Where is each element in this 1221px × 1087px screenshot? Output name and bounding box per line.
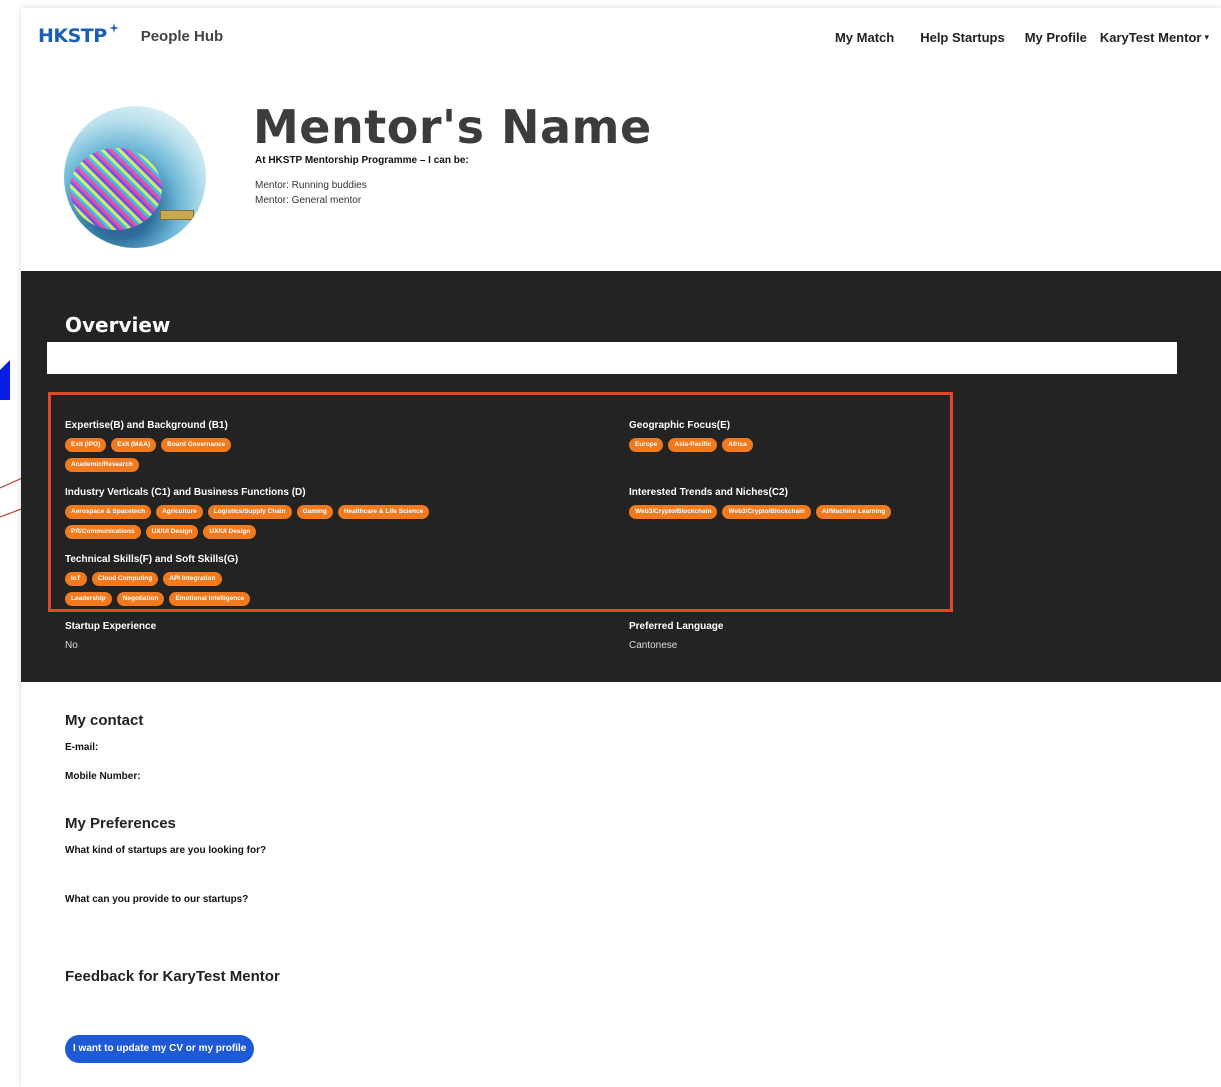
tag[interactable]: UX/UI Design [203,525,257,539]
programme-label: At HKSTP Mentorship Programme – I can be… [255,155,469,166]
mobile-label: Mobile Number: [65,771,141,782]
tag[interactable]: Exit (M&A) [111,438,157,452]
tag[interactable]: Asia-Pacific [668,438,718,452]
preference-question-2: What can you provide to our startups? [65,894,249,905]
tag[interactable]: Logistics/Supply Chain [207,505,292,519]
hkstp-logo: HKSTP [38,25,107,47]
startup-experience-label: Startup Experience [65,621,157,632]
expertise-title: Expertise(B) and Background (B1) [65,420,228,431]
nav-my-profile[interactable]: My Profile [1025,30,1087,45]
user-menu[interactable]: KaryTest Mentor ▾ [1100,30,1209,45]
tag[interactable]: Cloud Computing [91,572,159,586]
expertise-tags-row2: Academic/Research [65,458,585,472]
tag[interactable]: Academic/Research [65,458,139,472]
tag[interactable]: Web3/Crypto/Blockchain [629,505,718,519]
skills-tags-row1: IoT Cloud Computing API Integration [65,572,585,586]
trends-tags: Web3/Crypto/Blockchain Web3/Crypto/Block… [629,505,949,519]
tag[interactable]: API Integration [163,572,222,586]
nav-my-match[interactable]: My Match [835,30,894,45]
industry-tags-row1: Aerospace & Spacetech Agriculture Logist… [65,505,605,519]
tag[interactable]: Board Governance [161,438,232,452]
tag[interactable]: IoT [65,572,87,586]
tag[interactable]: Europe [629,438,664,452]
geographic-tags: Europe Asia-Pacific Africa [629,438,949,452]
overview-title: Overview [65,313,171,337]
tag[interactable]: PR/Communications [65,525,141,539]
overview-section: Overview Expertise(B) and Background (B1… [21,271,1221,682]
logo[interactable]: HKSTP People Hub [38,23,224,47]
industry-title: Industry Verticals (C1) and Business Fun… [65,487,306,498]
tag[interactable]: Emotional Intelligence [169,592,251,606]
tag[interactable]: Leadership [65,592,112,606]
tag[interactable]: Healthcare & Life Science [337,505,430,519]
trends-title: Interested Trends and Niches(C2) [629,487,788,498]
tag[interactable]: Africa [722,438,753,452]
avatar-chip-graphic [160,210,194,220]
email-label: E-mail: [65,742,99,753]
startup-experience-value: No [65,640,78,651]
avatar [64,106,206,248]
update-cv-button[interactable]: I want to update my CV or my profile [65,1035,255,1063]
profile-page: HKSTP People Hub My Match Help Startups … [21,8,1221,1087]
mentor-roles: Mentor: Running buddies Mentor: General … [255,178,367,208]
tag[interactable]: Agriculture [156,505,203,519]
top-nav: HKSTP People Hub My Match Help Startups … [21,8,1221,70]
preferences-title: My Preferences [65,815,176,832]
tag[interactable]: Web3/Crypto/Blockchain [722,505,811,519]
industry-tags-row2: PR/Communications UX/UI Design UX/UI Des… [65,525,605,539]
caret-down-icon: ▾ [1204,32,1209,42]
role-item: Mentor: Running buddies [255,180,367,191]
expertise-tags-row1: Exit (IPO) Exit (M&A) Board Governance [65,438,585,452]
contact-title: My contact [65,712,144,729]
preferred-language-label: Preferred Language [629,621,724,632]
nav-links: My Match Help Startups My Profile KaryTe… [815,30,1209,45]
geographic-title: Geographic Focus(E) [629,420,731,431]
tag[interactable]: Exit (IPO) [65,438,107,452]
app-name: People Hub [140,27,224,45]
preferred-language-value: Cantonese [629,640,678,651]
tag[interactable]: UX/UI Design [145,525,199,539]
mentor-name: Mentor's Name [253,100,652,154]
feedback-title: Feedback for KaryTest Mentor [65,968,280,985]
tag[interactable]: AI/Machine Learning [815,505,892,519]
role-item: Mentor: General mentor [255,195,362,206]
skills-title: Technical Skills(F) and Soft Skills(G) [65,554,239,565]
tag[interactable]: Aerospace & Spacetech [65,505,152,519]
nav-help-startups[interactable]: Help Startups [920,30,1005,45]
tag[interactable]: Negotiation [116,592,165,606]
tag[interactable]: Gaming [296,505,333,519]
avatar-wafer-graphic [70,148,162,230]
logo-star-icon [108,23,119,33]
overview-text-box[interactable] [47,342,1177,374]
preference-question-1: What kind of startups are you looking fo… [65,845,267,856]
user-menu-label: KaryTest Mentor [1099,30,1202,45]
skills-tags-row2: Leadership Negotiation Emotional Intelli… [65,592,585,606]
